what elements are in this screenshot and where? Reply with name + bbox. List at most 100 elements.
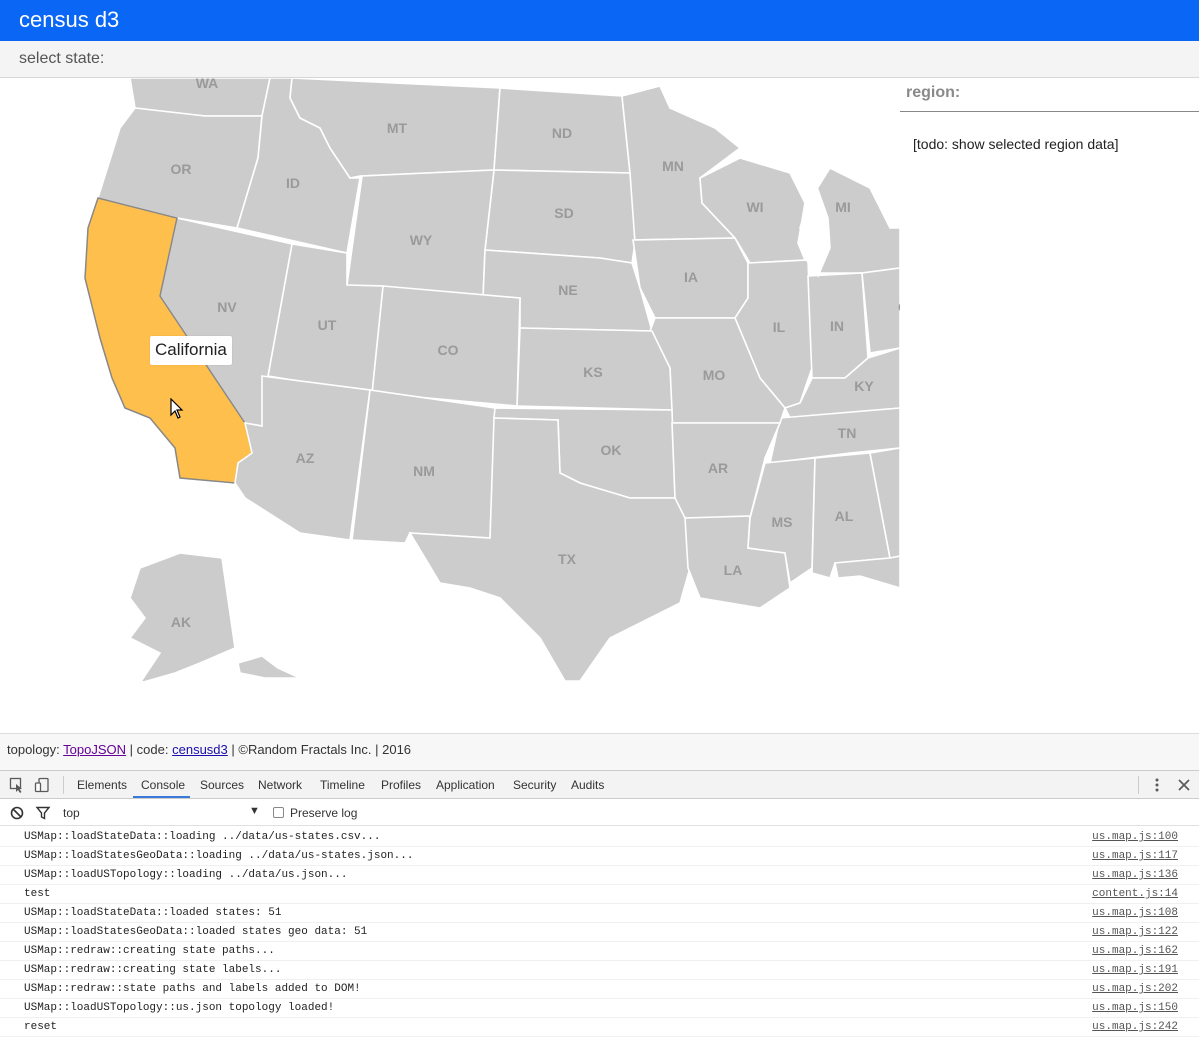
context-select[interactable]: top: [63, 806, 80, 820]
app-title: census d3: [19, 7, 120, 32]
state-label: IL: [773, 319, 786, 335]
state-label: AK: [171, 614, 191, 630]
state-label: ND: [552, 125, 572, 141]
active-tab-indicator: [133, 796, 190, 798]
console-log-row: USMap::loadStatesGeoData::loaded states …: [0, 923, 1199, 942]
state-label: TX: [558, 551, 577, 567]
code-prefix: code:: [136, 742, 169, 757]
tab-console[interactable]: Console: [141, 778, 185, 792]
state-label: SD: [554, 205, 573, 221]
footer: topology: TopoJSON | code: censusd3 | ©R…: [0, 733, 1199, 770]
console-message: USMap::loadStateData::loading ../data/us…: [24, 831, 381, 843]
state-label: LA: [724, 562, 743, 578]
state-label: KS: [583, 364, 602, 380]
console-message: USMap::loadUSTopology::us.json topology …: [24, 1002, 335, 1014]
state-ak-islands: [237, 655, 301, 679]
state-label: TN: [838, 425, 857, 441]
state-label: IA: [684, 269, 698, 285]
toolbar-divider: [63, 776, 64, 794]
tab-security[interactable]: Security: [513, 778, 556, 792]
console-message: USMap::loadStatesGeoData::loaded states …: [24, 926, 368, 938]
state-label: NV: [217, 299, 237, 315]
console-log-row: USMap::loadStateData::loading ../data/us…: [0, 828, 1199, 847]
console-log-row: USMap::redraw::creating state labels... u…: [0, 961, 1199, 980]
state-tooltip: California: [150, 336, 232, 365]
clear-console-icon[interactable]: [9, 805, 25, 821]
device-toolbar-icon[interactable]: [34, 777, 50, 793]
tab-audits[interactable]: Audits: [571, 778, 604, 792]
console-log-row: USMap::redraw::creating state paths... us…: [0, 942, 1199, 961]
state-label: OR: [171, 161, 192, 177]
preserve-log-checkbox[interactable]: [273, 807, 284, 818]
state-label: MN: [662, 158, 684, 174]
close-icon[interactable]: [1176, 777, 1192, 793]
state-label: MT: [387, 120, 408, 136]
console-message: USMap::loadStateData::loaded states: 51: [24, 907, 282, 919]
mouse-cursor-icon: [170, 398, 184, 419]
console-source-link[interactable]: us.map.js:108: [1092, 907, 1178, 919]
console-log-row: USMap::loadUSTopology::loading ../data/u…: [0, 866, 1199, 885]
state-select-bar[interactable]: select state:: [0, 41, 1199, 78]
state-label: ID: [286, 175, 300, 191]
state-label: AL: [835, 508, 854, 524]
console-log-row: USMap::redraw::state paths and labels ad…: [0, 980, 1199, 999]
console-source-link[interactable]: us.map.js:136: [1092, 869, 1178, 881]
devtools-tabbar: Elements Console Sources Network Timelin…: [0, 771, 1199, 799]
devtools-panel: Elements Console Sources Network Timelin…: [0, 770, 1199, 1044]
state-label: NM: [413, 463, 435, 479]
console-source-link[interactable]: us.map.js:162: [1092, 945, 1178, 957]
state-label: OK: [601, 442, 622, 458]
inspect-element-icon[interactable]: [9, 777, 25, 793]
tab-network[interactable]: Network: [258, 778, 302, 792]
console-source-link[interactable]: us.map.js:242: [1092, 1021, 1178, 1033]
state-label: UT: [318, 317, 337, 333]
state-label: NE: [558, 282, 577, 298]
tab-profiles[interactable]: Profiles: [381, 778, 421, 792]
state-label: AZ: [296, 450, 315, 466]
state-label: WI: [746, 199, 763, 215]
preserve-log-label: Preserve log: [290, 806, 358, 820]
console-message: USMap::loadStatesGeoData::loading ../dat…: [24, 850, 414, 862]
console-source-link[interactable]: us.map.js:100: [1092, 831, 1178, 843]
tab-elements[interactable]: Elements: [77, 778, 127, 792]
toolbar-divider: [1138, 776, 1139, 794]
tab-sources[interactable]: Sources: [200, 778, 244, 792]
select-state-label: select state:: [19, 50, 105, 67]
tab-timeline[interactable]: Timeline: [320, 778, 365, 792]
state-label: IN: [830, 318, 844, 334]
console-message: USMap::redraw::state paths and labels ad…: [24, 983, 361, 995]
console-source-link[interactable]: content.js:14: [1092, 888, 1178, 900]
state-label: KY: [854, 378, 874, 394]
console-log-row: USMap::loadStateData::loaded states: 51 u…: [0, 904, 1199, 923]
us-map-svg[interactable]: WA OR ID MT ND MN WI MI SD WY NV UT CO N…: [0, 78, 900, 681]
state-label: WA: [196, 78, 219, 91]
region-panel: region: [todo: show selected region data…: [900, 78, 1199, 681]
topojson-link[interactable]: TopoJSON: [63, 742, 126, 757]
console-source-link[interactable]: us.map.js:122: [1092, 926, 1178, 938]
chevron-down-icon[interactable]: ▼: [249, 805, 260, 817]
console-source-link[interactable]: us.map.js:202: [1092, 983, 1178, 995]
console-source-link[interactable]: us.map.js:150: [1092, 1002, 1178, 1014]
console-message: USMap::loadUSTopology::loading ../data/u…: [24, 869, 348, 881]
censusd3-link[interactable]: censusd3: [172, 742, 228, 757]
footer-copyright: | ©Random Fractals Inc. | 2016: [231, 742, 412, 757]
more-options-icon[interactable]: [1149, 777, 1165, 793]
console-filter-bar: top ▼ Preserve log: [0, 799, 1199, 826]
console-source-link[interactable]: us.map.js:117: [1092, 850, 1178, 862]
console-log-row: test content.js:14: [0, 885, 1199, 904]
console-log-row: reset us.map.js:242: [0, 1018, 1199, 1037]
region-divider: [900, 111, 1199, 112]
console-message: reset: [24, 1021, 58, 1033]
console-log-row: USMap::loadStatesGeoData::loading ../dat…: [0, 847, 1199, 866]
state-label: WY: [410, 232, 433, 248]
console-message: test: [24, 888, 51, 900]
console-source-link[interactable]: us.map.js:191: [1092, 964, 1178, 976]
tab-application[interactable]: Application: [436, 778, 495, 792]
console-message: USMap::redraw::creating state paths...: [24, 945, 275, 957]
topology-prefix: topology:: [7, 742, 60, 757]
state-oh[interactable]: [861, 267, 900, 354]
filter-icon[interactable]: [35, 805, 51, 821]
region-body: [todo: show selected region data]: [913, 136, 1119, 152]
region-heading: region:: [906, 84, 961, 101]
us-map[interactable]: WA OR ID MT ND MN WI MI SD WY NV UT CO N…: [0, 78, 900, 681]
